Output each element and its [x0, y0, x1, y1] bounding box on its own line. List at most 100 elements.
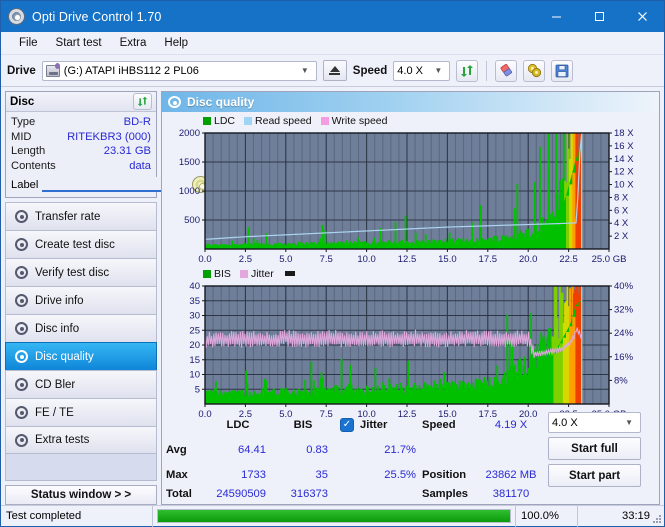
- drive-icon: [45, 62, 60, 77]
- legend-swatch-ldc: [203, 116, 211, 125]
- svg-text:5.0: 5.0: [279, 409, 292, 420]
- disc-icon: [15, 378, 28, 391]
- drive-select-value: (G:) ATAPI iHBS112 2 PL06: [63, 64, 199, 77]
- disc-icon: [15, 406, 28, 419]
- svg-text:5.0: 5.0: [279, 254, 292, 265]
- status-bar: Test completed 100.0% 33:19: [1, 505, 664, 527]
- main-panel-header: Disc quality: [162, 92, 659, 112]
- progress-bar: [153, 505, 516, 527]
- svg-text:15.0: 15.0: [438, 409, 457, 420]
- sidebar-nav: Transfer rate Create test disc Verify te…: [5, 202, 157, 454]
- main-panel: Disc quality LDC Read speed Write speed …: [161, 91, 660, 505]
- chevron-down-icon: ▼: [434, 66, 443, 75]
- svg-text:22.5: 22.5: [559, 254, 578, 265]
- svg-text:25.0 GB: 25.0 GB: [592, 254, 627, 265]
- menu-item-help[interactable]: Help: [155, 35, 197, 51]
- disc-icon: [15, 433, 28, 447]
- stats-row-total-label: Total: [166, 488, 192, 500]
- legend-item-jitter: Jitter: [239, 267, 274, 280]
- erase-button[interactable]: [495, 59, 518, 82]
- svg-text:15: 15: [189, 355, 200, 366]
- menu-item-extra[interactable]: Extra: [111, 35, 156, 51]
- disc-label-row: Label: [11, 176, 210, 193]
- sidebar-item-label: Disc quality: [35, 350, 94, 363]
- svg-text:10: 10: [189, 370, 200, 381]
- main-panel-title: Disc quality: [187, 95, 255, 109]
- bis-chart-legend: BIS Jitter: [165, 267, 656, 280]
- speed-label: Speed: [352, 64, 388, 77]
- bis-chart-canvas: 5 10 15 20 25 30 35 40 8% 16% 24% 32% 40% 0.0 2.5 5.0 7.…: [189, 281, 634, 420]
- disc-refresh-button[interactable]: [133, 93, 152, 110]
- menu-item-start-test[interactable]: Start test: [47, 35, 111, 51]
- toolbar-separator: [486, 60, 488, 81]
- stats-row-avg-label: Avg: [166, 444, 187, 457]
- drive-label: Drive: [7, 64, 36, 77]
- minimize-icon[interactable]: [535, 1, 578, 32]
- sidebar-item-transfer-rate[interactable]: Transfer rate: [5, 202, 157, 230]
- legend-swatch-read-speed: [244, 116, 253, 125]
- sidebar-item-create-test-disc[interactable]: Create test disc: [5, 230, 157, 258]
- disc-row-type-value: BD-R: [123, 116, 151, 128]
- start-part-button[interactable]: Start part: [548, 464, 641, 487]
- sidebar-item-label: Drive info: [35, 294, 84, 307]
- svg-text:16%: 16%: [614, 352, 634, 363]
- disc-panel-title: Disc: [10, 95, 35, 108]
- settings-button[interactable]: [523, 59, 546, 82]
- legend-item-bis: BIS: [203, 268, 231, 280]
- menu-item-file[interactable]: File: [10, 35, 47, 51]
- eject-button[interactable]: [322, 60, 347, 81]
- disc-icon: [15, 322, 28, 335]
- eraser-icon: [500, 64, 512, 77]
- test-speed-select[interactable]: 4.0 X ▼: [548, 412, 641, 433]
- content-area: Disc Type BD-R MID RITEKBR3 (000) Length…: [1, 87, 664, 505]
- sidebar-item-cd-bler[interactable]: CD Bler: [5, 370, 157, 398]
- svg-text:18 X: 18 X: [614, 128, 634, 139]
- app-disc-icon: [8, 8, 25, 25]
- svg-text:1500: 1500: [179, 157, 200, 168]
- sidebar-item-label: Transfer rate: [35, 210, 101, 223]
- sidebar-item-verify-test-disc[interactable]: Verify test disc: [5, 258, 157, 286]
- stats-max-jitter: 25.5%: [384, 469, 416, 482]
- sidebar-item-disc-quality[interactable]: Disc quality: [5, 342, 157, 370]
- legend-swatch-jitter: [239, 269, 248, 278]
- save-button[interactable]: [551, 59, 574, 82]
- sidebar-item-drive-info[interactable]: Drive info: [5, 286, 157, 314]
- legend-swatch-write-speed: [320, 116, 329, 125]
- close-icon[interactable]: [621, 1, 664, 32]
- svg-text:20.0: 20.0: [519, 254, 538, 265]
- sidebar-item-label: Disc info: [35, 322, 80, 335]
- legend-item-read-speed: Read speed: [244, 115, 312, 127]
- samples-value: 381170: [492, 488, 530, 500]
- svg-text:40%: 40%: [614, 281, 634, 292]
- svg-text:10 X: 10 X: [614, 180, 634, 191]
- status-message: Test completed: [1, 505, 153, 527]
- legend-label-jitter: Jitter: [250, 267, 274, 280]
- status-window-button[interactable]: Status window > >: [5, 485, 157, 505]
- speed-select[interactable]: 4.0 X ▼: [393, 60, 451, 81]
- disc-row-mid-value: RITEKBR3 (000): [67, 130, 151, 143]
- svg-text:2.5: 2.5: [239, 254, 252, 265]
- refresh-button[interactable]: [456, 59, 479, 82]
- sidebar-item-disc-info[interactable]: Disc info: [5, 314, 157, 342]
- stats-max-bis: 35: [315, 469, 328, 482]
- chevron-down-icon: ▼: [625, 418, 633, 427]
- legend-label-ldc: LDC: [214, 114, 236, 127]
- maximize-icon[interactable]: [578, 1, 621, 32]
- sidebar-item-fe-te[interactable]: FE / TE: [5, 398, 157, 426]
- sidebar-item-label: FE / TE: [35, 406, 74, 419]
- refresh-icon: [137, 96, 148, 107]
- chevron-down-icon: ▼: [300, 66, 309, 75]
- disc-panel-header: Disc: [6, 92, 156, 112]
- drive-select[interactable]: (G:) ATAPI iHBS112 2 PL06 ▼: [41, 60, 317, 81]
- svg-text:8%: 8%: [614, 375, 628, 386]
- svg-text:500: 500: [184, 215, 200, 226]
- legend-label-read-speed: Read speed: [255, 114, 312, 127]
- sidebar-item-extra-tests[interactable]: Extra tests: [5, 426, 157, 454]
- resize-grip-icon[interactable]: [652, 514, 662, 524]
- progress-percent: 100.0%: [516, 505, 578, 527]
- start-full-button[interactable]: Start full: [548, 437, 641, 460]
- svg-text:20.0: 20.0: [519, 409, 538, 420]
- save-icon: [555, 64, 569, 77]
- svg-text:12.5: 12.5: [398, 254, 417, 265]
- svg-text:40: 40: [189, 281, 200, 292]
